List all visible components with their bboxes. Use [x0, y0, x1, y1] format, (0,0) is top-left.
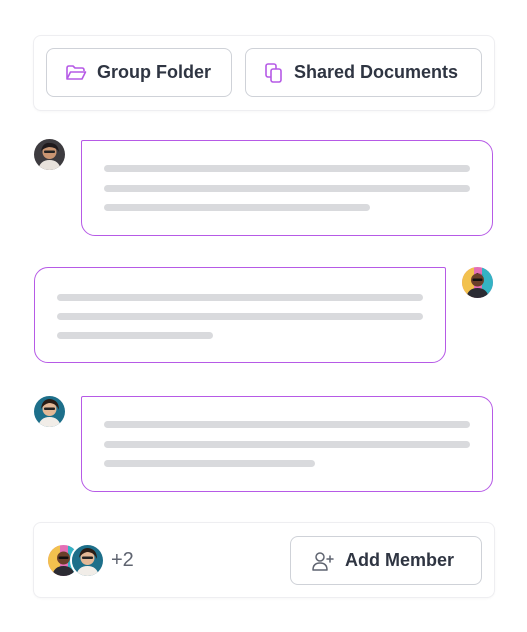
group-folder-button[interactable]: Group Folder	[46, 48, 232, 97]
avatar	[34, 139, 65, 170]
copy-documents-icon	[264, 62, 284, 84]
message-bubble	[81, 396, 493, 492]
folder-open-icon	[65, 64, 87, 82]
extra-members-count: +2	[111, 549, 134, 571]
shared-resources-card: Group Folder Shared Documents	[33, 35, 495, 111]
shared-documents-label: Shared Documents	[294, 62, 459, 82]
group-folder-label: Group Folder	[97, 62, 211, 82]
message-bubble	[34, 267, 446, 363]
add-member-label: Add Member	[345, 550, 455, 570]
add-member-button[interactable]: Add Member	[290, 536, 482, 585]
user-plus-icon	[311, 550, 335, 572]
avatar	[34, 396, 65, 427]
member-avatar-stack[interactable]	[46, 543, 106, 578]
message-bubble	[81, 140, 493, 236]
member-avatar	[70, 543, 105, 578]
shared-documents-button[interactable]: Shared Documents	[245, 48, 482, 97]
members-card: +2 Add Member	[33, 522, 495, 598]
avatar	[462, 267, 493, 298]
